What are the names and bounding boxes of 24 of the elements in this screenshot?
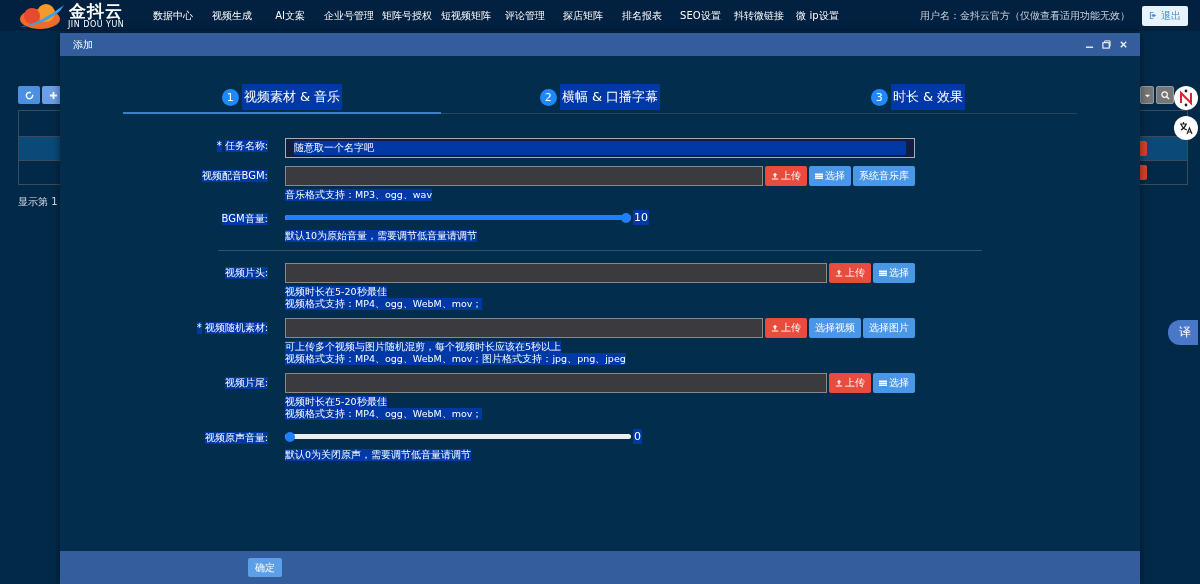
hint-text: 视频格式支持：MP4、ogg、WebM、mov； [285, 297, 483, 310]
slider-value: 0 [633, 429, 642, 444]
modal-title: 添加 [73, 37, 93, 52]
field-label: 视频配音BGM: [201, 169, 268, 182]
slider-value: 10 [633, 210, 649, 225]
field-label: 视频原声音量: [204, 431, 268, 444]
logo-subtitle: JIN DOU YUN [68, 20, 125, 29]
hint-text: 默认10为原始音量，需要调节低音量请调节 [285, 229, 478, 242]
required-mark: * [196, 321, 202, 334]
hint-text: 音乐格式支持：MP3、ogg、wav [285, 188, 433, 201]
required-mark: * [216, 140, 222, 152]
field-label: BGM音量: [221, 212, 268, 225]
hint-text: 视频格式支持：MP4、ogg、WebM、mov； [285, 407, 483, 420]
hint-text: 视频时长在5-20秒最佳 [285, 395, 387, 408]
hint-text: 可上传多个视频与图片随机混剪，每个视频时长应该在5秒以上 [285, 340, 562, 353]
user-name: 用户名：金抖云官方（仅做查看适用功能无效） [920, 8, 1130, 23]
field-label: 视频片尾: [224, 376, 268, 389]
hint-text: 视频时长在5-20秒最佳 [285, 285, 387, 298]
hint-text: 默认0为关闭原声，需要调节低音量请调节 [285, 448, 472, 461]
logo-name: 金抖云 [69, 2, 124, 20]
pagination-summary: 显示第 1 [18, 195, 58, 209]
field-label: 视频随机素材: [204, 321, 268, 334]
field-label: 视频片头: [224, 266, 268, 279]
field-label: 任务名称: [224, 140, 268, 152]
